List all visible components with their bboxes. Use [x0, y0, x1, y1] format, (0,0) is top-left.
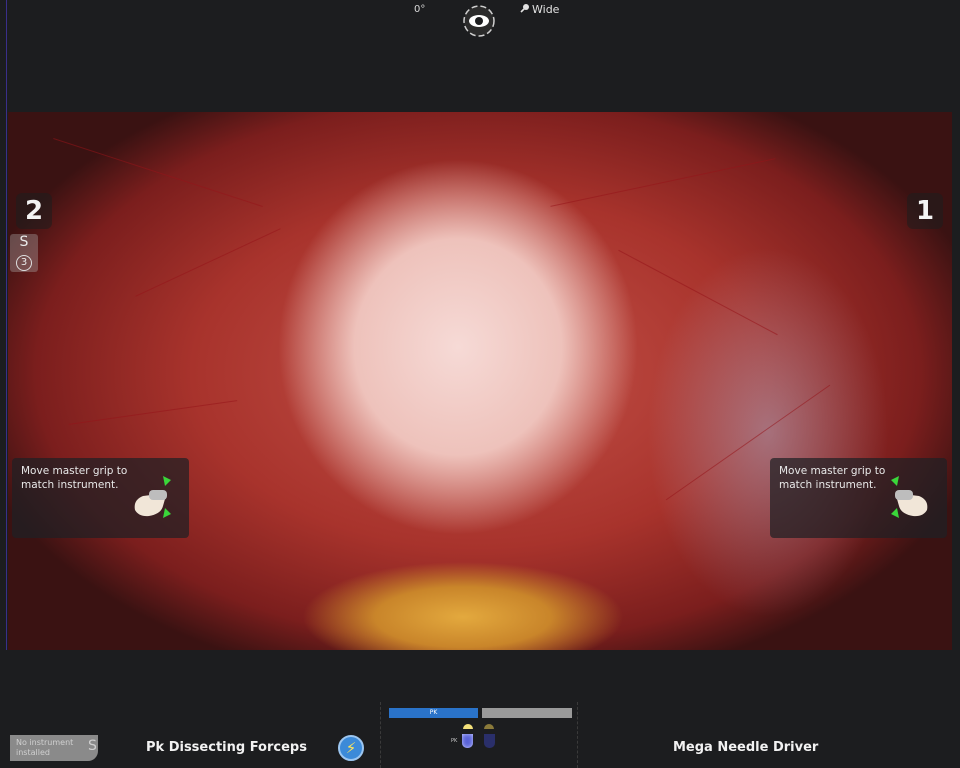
- vessel-line: [550, 158, 776, 207]
- left-side-letter: S: [88, 738, 97, 754]
- magnifier-icon: [520, 4, 529, 13]
- energy-pk-bar: PK: [389, 708, 478, 718]
- left-message-text: Move master grip to match instrument.: [21, 465, 128, 491]
- pk-small-label: PK: [451, 738, 458, 744]
- camera-icon[interactable]: [463, 5, 495, 37]
- no-instrument-status: No instrument installed: [10, 735, 98, 761]
- left-grip-message: Move master grip to match instrument.: [12, 458, 189, 538]
- energy-pedal-panel: PK PK: [380, 702, 578, 768]
- endoscope-view: [8, 112, 952, 650]
- blue-pedal-icon: [462, 734, 473, 748]
- right-instrument-name: Mega Needle Driver: [673, 740, 819, 755]
- vessel-line: [68, 400, 238, 425]
- master-grip-hand-icon: [891, 476, 928, 518]
- energy-inactive-bar: [482, 708, 572, 718]
- arm-1-indicator: 1: [907, 193, 943, 229]
- yellow-pedal-top-icon: [463, 724, 473, 729]
- top-status-bar: 0° Wide: [0, 0, 960, 112]
- arm-2-indicator: 2: [16, 193, 52, 229]
- vessel-line: [135, 228, 281, 297]
- arm-3-number: 3: [16, 255, 32, 271]
- blue-pedal-icon: [484, 734, 495, 748]
- right-grip-message: Move master grip to match instrument.: [770, 458, 947, 538]
- arm-3-side-indicator: S 3: [10, 234, 38, 272]
- vessel-line: [53, 138, 263, 207]
- energy-lightning-icon[interactable]: ⚡: [338, 735, 364, 761]
- zoom-label: Wide: [532, 3, 560, 16]
- master-grip-hand-icon: [134, 476, 171, 518]
- side-letter: S: [19, 234, 29, 250]
- scope-angle: 0°: [414, 4, 426, 15]
- vessel-line: [618, 249, 778, 336]
- yellow-pedal-top-icon: [484, 724, 494, 729]
- zoom-indicator[interactable]: Wide: [520, 3, 559, 16]
- left-instrument-name: Pk Dissecting Forceps: [146, 740, 307, 755]
- right-message-text: Move master grip to match instrument.: [779, 465, 886, 491]
